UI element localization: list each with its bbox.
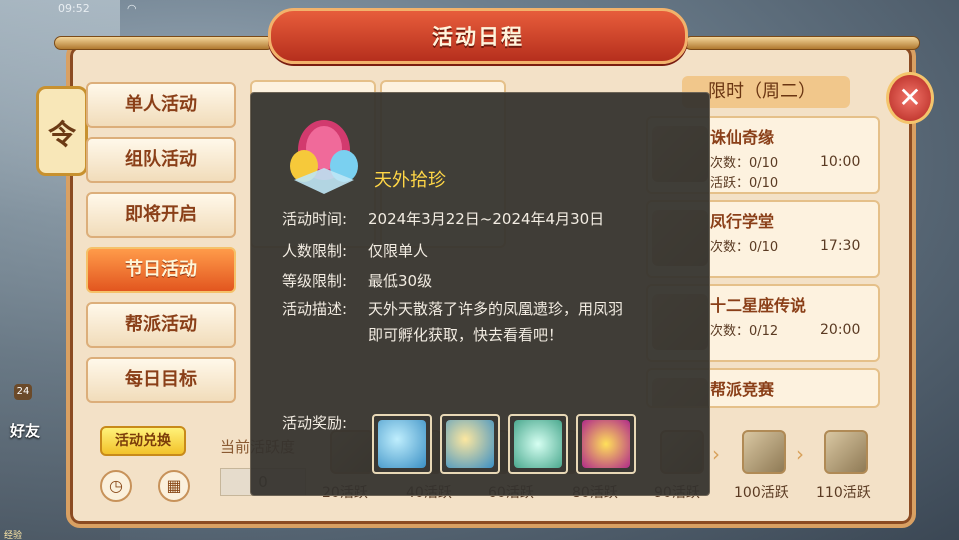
desc-line-1: 天外天散落了许多的凤凰遗珍，用凤羽 (368, 300, 624, 318)
friend-button[interactable]: 好友 (10, 420, 40, 441)
close-icon: ✕ (898, 81, 922, 114)
phoenix-egg-icon (290, 120, 358, 194)
level-value: 最低30级 (368, 272, 433, 290)
chevron-right-icon: › (712, 442, 720, 466)
item-activity: 活跃：0/10 (710, 176, 779, 191)
seal-tag-icon: 令 (36, 86, 88, 176)
milestone-chest[interactable] (742, 430, 786, 474)
item-count: 次数：0/10 (710, 240, 779, 255)
item-count: 次数：0/10 (710, 156, 779, 171)
tab-daily-goal[interactable]: 每日目标 (86, 357, 236, 403)
item-time: 17:30 (820, 238, 861, 254)
wifi-icon: ◠ (127, 2, 137, 15)
seal-char: 令 (47, 118, 76, 151)
item-time: 10:00 (820, 154, 861, 170)
item-name: 十二星座传说 (710, 296, 807, 315)
vase-icon (514, 420, 562, 468)
tooltip-title: 天外拾珍 (374, 170, 446, 191)
time-label: 活动时间: (282, 210, 348, 228)
tab-single[interactable]: 单人活动 (86, 82, 236, 128)
item-time: 20:00 (820, 322, 861, 338)
milestone-label: 110活跃 (816, 485, 871, 501)
tab-guild[interactable]: 帮派活动 (86, 302, 236, 348)
level-badge: 24 (14, 384, 32, 400)
milestone-label: 100活跃 (734, 485, 789, 501)
title-ribbon: 活动日程 (268, 8, 688, 64)
clock-icon[interactable]: ◷ (100, 470, 132, 502)
reward-label: 活动奖励: (282, 414, 348, 432)
desc-line-2: 即可孵化获取，快去看看吧！ (368, 326, 564, 344)
moon-crystal-icon (378, 420, 426, 468)
moon-crystal-gold-icon (446, 420, 494, 468)
tab-festival[interactable]: 节日活动 (86, 247, 236, 293)
orb-icon (582, 420, 630, 468)
level-label: 等级限制: (282, 272, 348, 290)
activity-exchange-button[interactable]: 活动兑换 (100, 426, 186, 456)
item-count: 次数：0/12 (710, 324, 779, 339)
people-value: 仅限单人 (368, 242, 429, 260)
xp-label: 经验 (4, 531, 23, 540)
scroll-rod-right (684, 36, 920, 50)
page-title: 活动日程 (432, 25, 524, 49)
tab-upcoming[interactable]: 即将开启 (86, 192, 236, 238)
people-label: 人数限制: (282, 242, 348, 260)
chevron-right-icon: › (796, 442, 804, 466)
time-value: 2024年3月22日~2024年4月30日 (368, 210, 605, 228)
close-button[interactable]: ✕ (886, 72, 934, 124)
item-name: 凤行学堂 (710, 212, 775, 231)
reward-item[interactable] (372, 414, 432, 474)
item-name: 帮派竞赛 (710, 380, 775, 399)
calendar-icon[interactable]: ▦ (158, 470, 190, 502)
milestone-chest[interactable] (824, 430, 868, 474)
scroll-rod-left (54, 36, 274, 50)
clock: 09:52 (58, 2, 90, 15)
tab-team[interactable]: 组队活动 (86, 137, 236, 183)
reward-item[interactable] (508, 414, 568, 474)
reward-item[interactable] (440, 414, 500, 474)
reward-item[interactable] (576, 414, 636, 474)
item-name: 诛仙奇缘 (710, 128, 775, 147)
desc-label: 活动描述: (282, 300, 348, 318)
